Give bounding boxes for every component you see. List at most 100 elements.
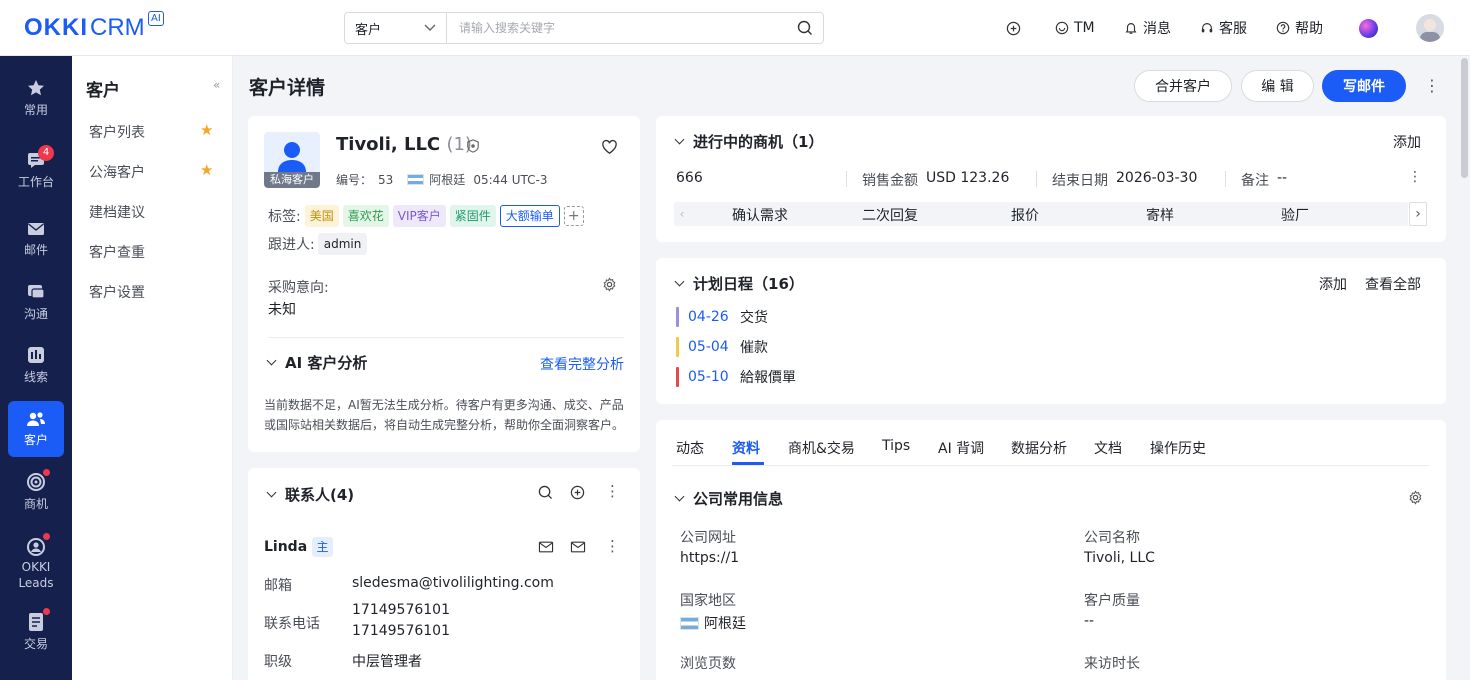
- follower-row: 跟进人: admin: [268, 233, 368, 255]
- okki-crm-logo[interactable]: OKKI CRM AI: [24, 10, 164, 46]
- add-opportunity-link[interactable]: 添加: [1393, 132, 1421, 152]
- add-tag-button[interactable]: +: [563, 206, 584, 226]
- tm-button[interactable]: TM: [1055, 0, 1095, 56]
- contact-phone-1[interactable]: 17149576101: [352, 602, 450, 618]
- amount-label: 销售金额: [862, 173, 918, 189]
- tm-label: TM: [1074, 20, 1095, 36]
- tab-data-analysis[interactable]: 数据分析: [1011, 438, 1067, 458]
- heart-icon[interactable]: [601, 139, 618, 155]
- sidebar-item-mail[interactable]: 邮件: [0, 220, 72, 258]
- website-label: 公司网址: [680, 530, 736, 546]
- global-search: 客户: [344, 12, 824, 44]
- opportunities-header[interactable]: 进行中的商机（1）: [674, 131, 823, 152]
- scrollbar-thumb[interactable]: [1461, 58, 1468, 178]
- stage-sample[interactable]: 寄样: [1146, 205, 1174, 225]
- contact-email[interactable]: sledesma@tivolilighting.com: [352, 575, 554, 591]
- view-all-schedule-link[interactable]: 查看全部: [1365, 274, 1421, 294]
- sidebar-item-communicate[interactable]: 沟通: [0, 282, 72, 322]
- search-icon[interactable]: [538, 485, 553, 500]
- tags-row: 标签: 美国 喜欢花 VIP客户 紧固件 大额输单 +: [268, 205, 584, 227]
- schedule-item[interactable]: 04-26 交货: [676, 306, 768, 328]
- stage-confirm-needs[interactable]: 确认需求: [732, 205, 788, 225]
- edit-button[interactable]: 编 辑: [1241, 70, 1314, 102]
- search-input[interactable]: [447, 13, 787, 43]
- top-bar: OKKI CRM AI 客户 TM 消息 客服 帮助: [0, 0, 1470, 56]
- sidebar-item-opportunities[interactable]: 商机: [0, 469, 72, 512]
- follower-chip[interactable]: admin: [317, 233, 368, 255]
- add-button[interactable]: [1006, 0, 1021, 56]
- stage-next-button[interactable]: ›: [1409, 202, 1427, 226]
- ai-assistant-button[interactable]: [1359, 0, 1378, 56]
- company-country: 阿根廷: [680, 613, 746, 633]
- collapse-subnav-button[interactable]: «: [213, 78, 220, 92]
- contacts-header[interactable]: 联系人(4): [266, 484, 354, 505]
- mail-icon[interactable]: [570, 540, 586, 554]
- user-avatar[interactable]: [1416, 0, 1444, 56]
- more-icon[interactable]: ⋮: [605, 482, 620, 500]
- merge-customer-button[interactable]: 合并客户: [1134, 70, 1232, 102]
- ai-analysis-header[interactable]: AI 客户分析: [266, 352, 368, 373]
- stage-second-reply[interactable]: 二次回复: [862, 205, 918, 225]
- sidebar-item-common[interactable]: 常用: [0, 78, 72, 118]
- tab-activity[interactable]: 动态: [676, 438, 704, 458]
- star-icon[interactable]: ★: [200, 121, 213, 139]
- service-button[interactable]: 客服: [1200, 0, 1247, 56]
- contact-phone-2[interactable]: 17149576101: [352, 623, 450, 639]
- subnav-item-suggestions[interactable]: 建档建议: [89, 202, 145, 222]
- stage-factory-audit[interactable]: 验厂: [1281, 205, 1309, 225]
- sidebar-item-workbench[interactable]: 工作台 4: [0, 145, 72, 190]
- gear-icon[interactable]: [1408, 490, 1423, 505]
- sidebar-item-leads[interactable]: 线索: [0, 345, 72, 385]
- tag-vip[interactable]: VIP客户: [392, 205, 446, 227]
- subnav-item-public-customers[interactable]: 公海客户: [89, 162, 145, 182]
- mail-send-icon[interactable]: [538, 540, 554, 554]
- schedule-item[interactable]: 05-10 給報價單: [676, 366, 796, 388]
- tag-fasteners[interactable]: 紧固件: [449, 205, 496, 227]
- more-icon[interactable]: ⋮: [1408, 169, 1422, 185]
- sidebar-label-mail: 邮件: [23, 243, 48, 257]
- tag-large-lost[interactable]: 大额输单: [499, 205, 560, 227]
- page-scrollbar[interactable]: [1458, 56, 1470, 680]
- tab-tips[interactable]: Tips: [882, 438, 910, 454]
- stage-quote[interactable]: 报价: [1011, 205, 1039, 225]
- tab-opportunities-trades[interactable]: 商机&交易: [788, 438, 855, 458]
- view-full-analysis-link[interactable]: 查看完整分析: [540, 354, 624, 374]
- tab-ai-background[interactable]: AI 背调: [938, 438, 984, 458]
- tag-usa[interactable]: 美国: [304, 205, 339, 227]
- sidebar-item-customers[interactable]: 客户: [8, 401, 64, 457]
- contact-name[interactable]: Linda: [264, 539, 307, 555]
- company-website[interactable]: https://1: [680, 550, 739, 566]
- company-info-header[interactable]: 公司常用信息: [674, 488, 783, 509]
- plus-circle-icon[interactable]: [570, 485, 585, 500]
- search-button[interactable]: [787, 20, 823, 36]
- sidebar-item-trade[interactable]: 交易: [0, 608, 72, 652]
- sidebar-item-okki-leads[interactable]: OKKI Leads: [0, 533, 72, 591]
- opportunity-name[interactable]: 666: [676, 170, 703, 186]
- ai-analysis-title: AI 客户分析: [285, 354, 368, 372]
- subnav-title: 客户: [86, 81, 120, 101]
- tag-likes-flowers[interactable]: 喜欢花: [342, 205, 389, 227]
- schedule-item[interactable]: 05-04 催款: [676, 336, 768, 358]
- add-schedule-link[interactable]: 添加: [1319, 274, 1347, 294]
- tab-documents[interactable]: 文档: [1094, 438, 1122, 458]
- search-scope-select[interactable]: 客户: [345, 13, 447, 43]
- subnav-item-customer-list[interactable]: 客户列表: [89, 122, 145, 142]
- more-icon[interactable]: ⋮: [605, 537, 620, 555]
- company-name: Tivoli, LLC: [1084, 550, 1155, 566]
- pageviews-label: 浏览页数: [680, 656, 736, 672]
- schedule-header[interactable]: 计划日程（16）: [674, 273, 804, 294]
- subnav-item-settings[interactable]: 客户设置: [89, 282, 145, 302]
- gear-icon[interactable]: [602, 277, 617, 292]
- messages-button[interactable]: 消息: [1124, 0, 1171, 56]
- chevron-down-icon: [266, 487, 277, 498]
- write-mail-button[interactable]: 写邮件: [1322, 70, 1406, 102]
- help-button[interactable]: 帮助: [1276, 0, 1323, 56]
- tab-profile[interactable]: 资料: [732, 438, 760, 458]
- star-icon[interactable]: ★: [200, 161, 213, 179]
- stage-prev-button[interactable]: ‹: [674, 202, 690, 226]
- shield-icon[interactable]: [466, 139, 480, 153]
- more-icon[interactable]: ⋮: [1424, 76, 1440, 95]
- tab-history[interactable]: 操作历史: [1150, 438, 1206, 458]
- schedule-text: 催款: [740, 340, 768, 356]
- subnav-item-duplicate-check[interactable]: 客户查重: [89, 242, 145, 262]
